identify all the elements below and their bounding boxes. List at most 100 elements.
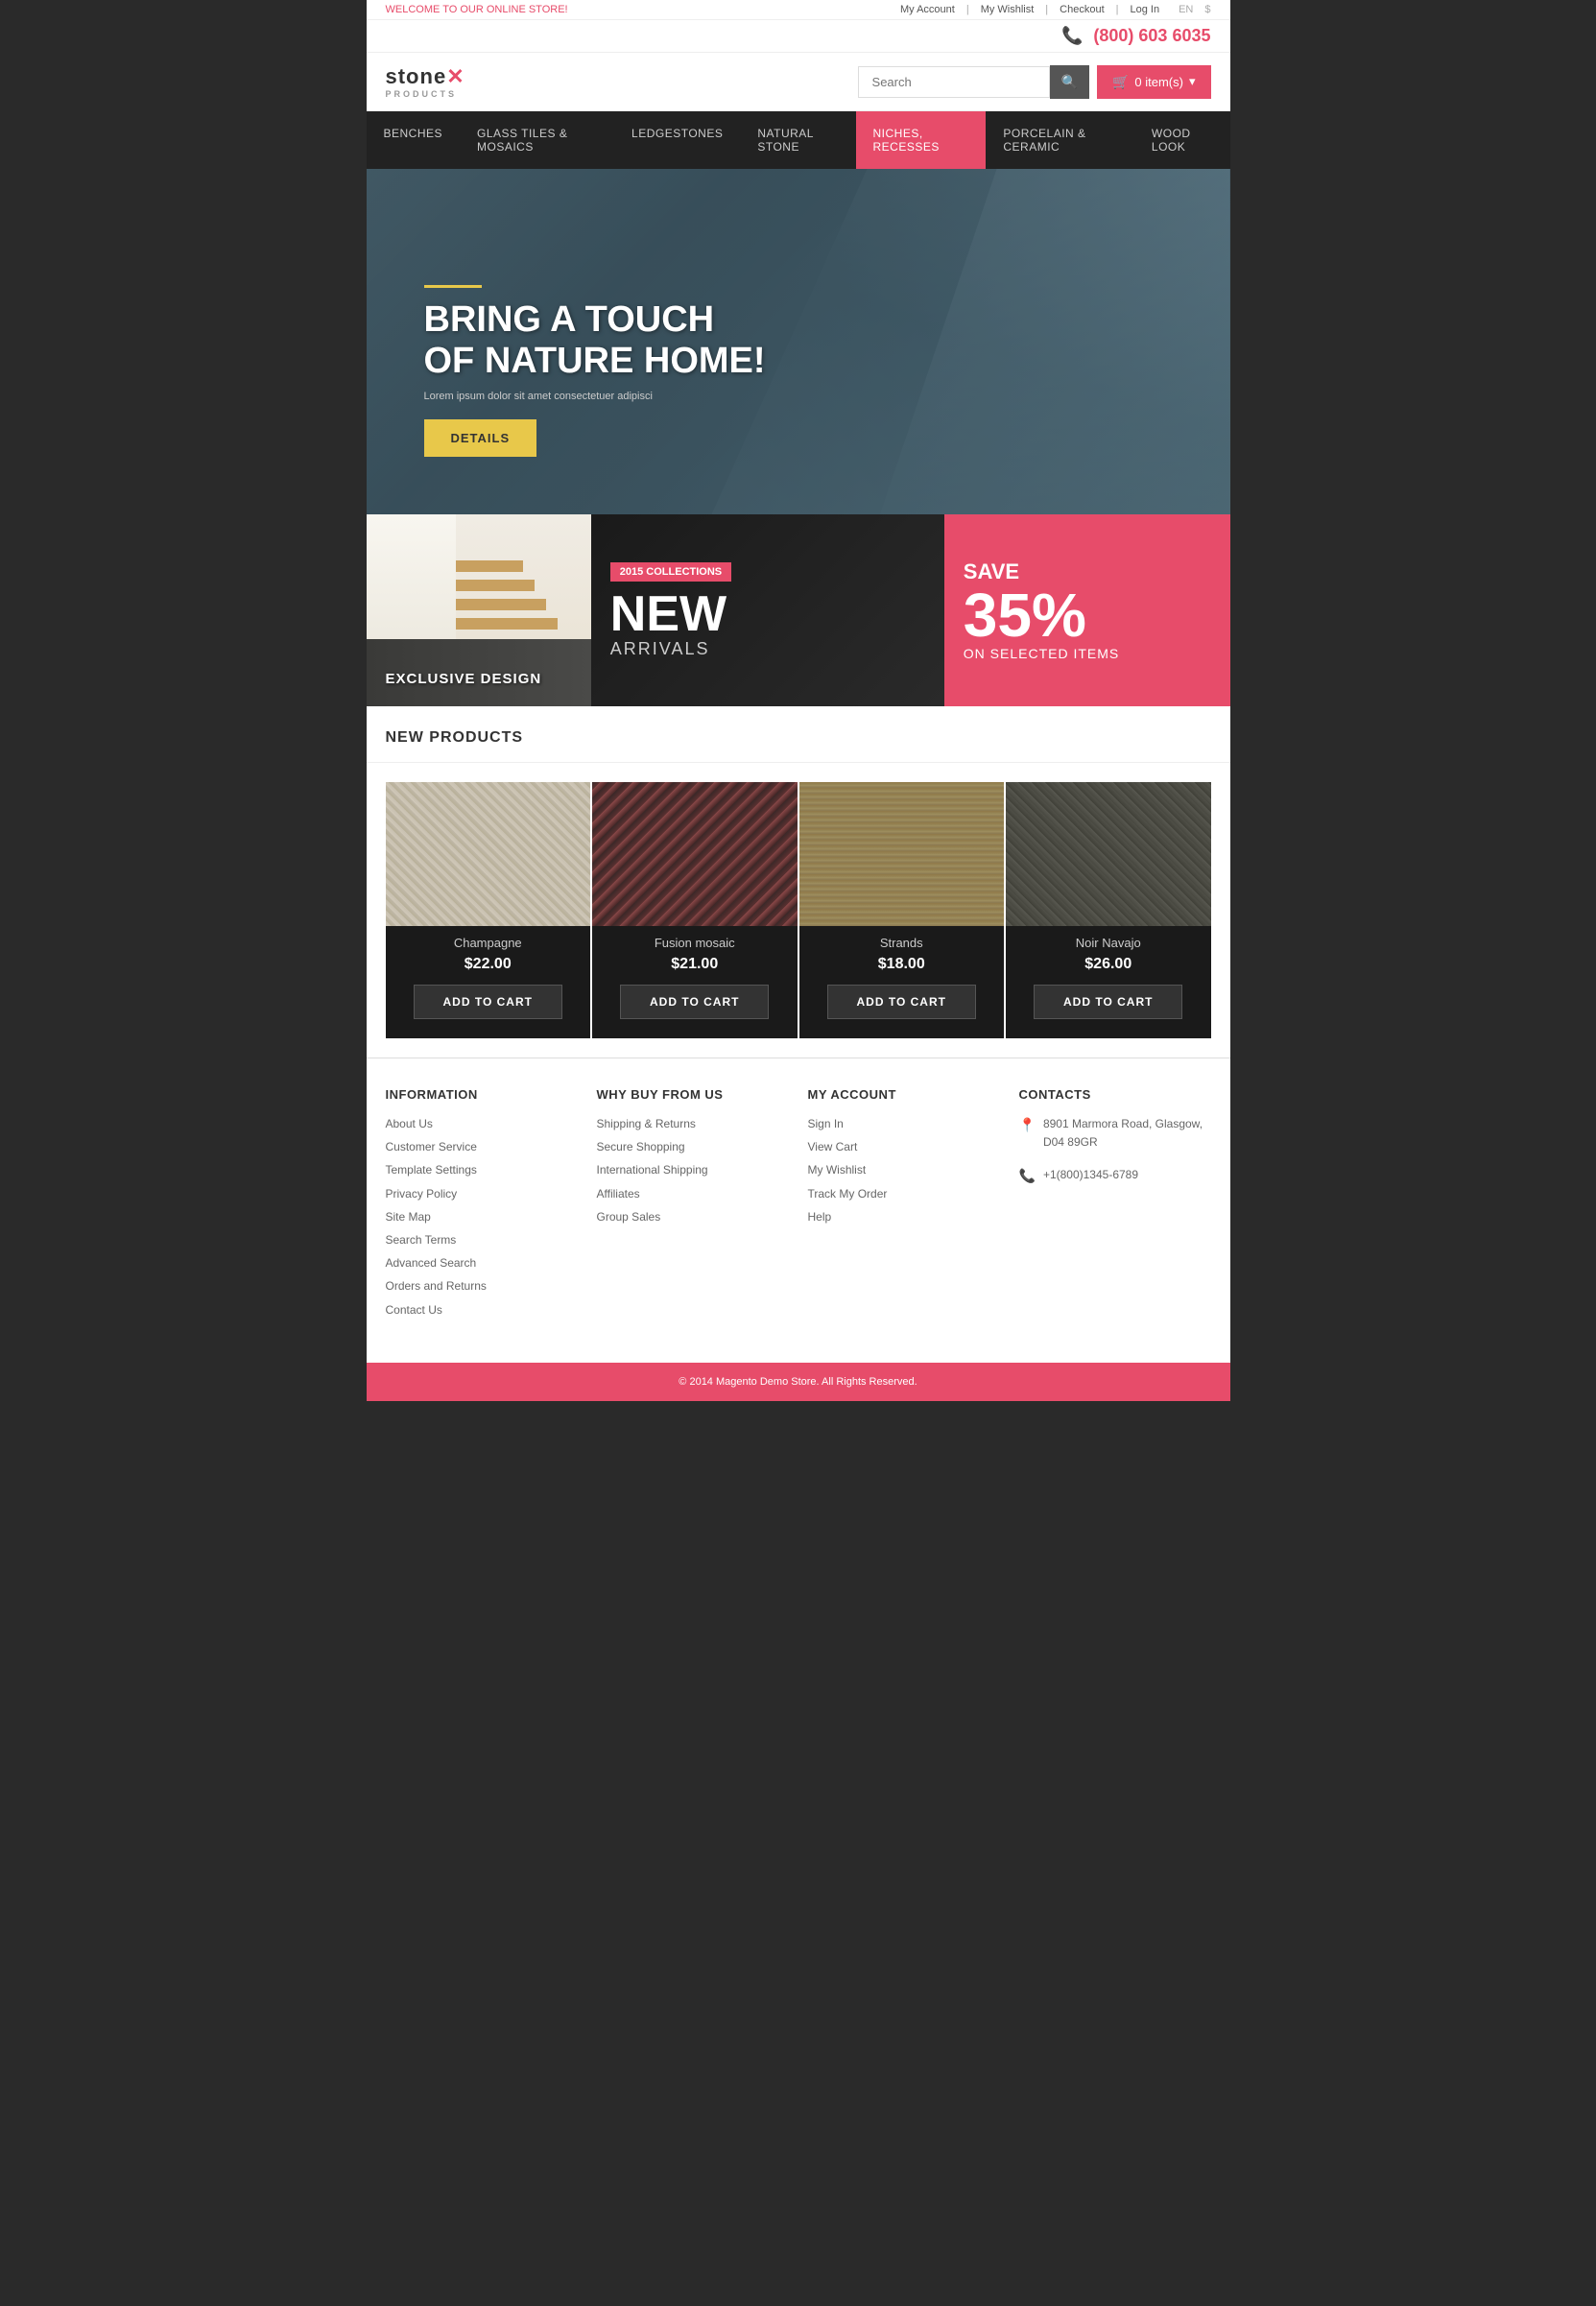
product-info-noir: Noir Navajo $26.00 ADD TO CART <box>1006 926 1211 1038</box>
main-nav: BENCHES GLASS TILES & MOSAICS LEDGESTONE… <box>367 111 1230 169</box>
footer-why-buy-title: WHY BUY FROM US <box>597 1087 789 1102</box>
footer-advanced-search[interactable]: Advanced Search <box>386 1254 578 1272</box>
banner-new-tag: 2015 COLLECTIONS <box>610 562 731 582</box>
product-name-champagne: Champagne <box>395 936 582 950</box>
footer-customer-service[interactable]: Customer Service <box>386 1138 578 1156</box>
login-link[interactable]: Log In <box>1131 4 1160 15</box>
phone-bar: 📞 (800) 603 6035 <box>367 20 1230 53</box>
logo[interactable]: stone✕ PRODUCTS <box>386 64 465 99</box>
product-price-fusion: $21.00 <box>602 956 788 973</box>
hero-content: BRING A TOUCH OF NATURE HOME! Lorem ipsu… <box>424 285 766 457</box>
phone-number: 📞 (800) 603 6035 <box>1061 26 1211 45</box>
currency-selector[interactable]: $ <box>1204 4 1210 15</box>
footer: INFORMATION About Us Customer Service Te… <box>367 1058 1230 1363</box>
product-name-strands: Strands <box>809 936 995 950</box>
products-section: NEW PRODUCTS Champagne $22.00 ADD TO CAR… <box>367 706 1230 1058</box>
add-to-cart-strands[interactable]: ADD TO CART <box>827 985 976 1019</box>
nav-glass-tiles[interactable]: GLASS TILES & MOSAICS <box>460 111 614 169</box>
footer-secure-shopping[interactable]: Secure Shopping <box>597 1138 789 1156</box>
footer-shipping-returns[interactable]: Shipping & Returns <box>597 1115 789 1133</box>
add-to-cart-fusion[interactable]: ADD TO CART <box>620 985 769 1019</box>
product-card-strands: Strands $18.00 ADD TO CART <box>799 782 1005 1038</box>
product-info-strands: Strands $18.00 ADD TO CART <box>799 926 1005 1038</box>
search-area: 🔍 🛒 0 item(s) ▾ <box>858 65 1211 99</box>
footer-site-map[interactable]: Site Map <box>386 1208 578 1226</box>
footer-phone-contact: 📞 +1(800)1345-6789 <box>1019 1166 1211 1189</box>
product-info-champagne: Champagne $22.00 ADD TO CART <box>386 926 591 1038</box>
nav-porcelain[interactable]: PORCELAIN & CERAMIC <box>986 111 1134 169</box>
product-price-noir: $26.00 <box>1015 956 1202 973</box>
footer-phone-text: +1(800)1345-6789 <box>1043 1166 1138 1184</box>
footer-help[interactable]: Help <box>808 1208 1000 1226</box>
search-input[interactable] <box>858 66 1050 98</box>
footer-orders-returns[interactable]: Orders and Returns <box>386 1277 578 1296</box>
footer-contact-us[interactable]: Contact Us <box>386 1301 578 1319</box>
hero-subtitle: Lorem ipsum dolor sit amet consectetuer … <box>424 391 766 402</box>
nav-benches[interactable]: BENCHES <box>366 111 460 169</box>
cart-label: 0 item(s) <box>1134 75 1183 89</box>
footer-about-us[interactable]: About Us <box>386 1115 578 1133</box>
hero-details-button[interactable]: DETAILS <box>424 419 537 457</box>
banner-new[interactable]: 2015 COLLECTIONS NEW ARRIVALS <box>591 514 944 706</box>
product-name-noir: Noir Navajo <box>1015 936 1202 950</box>
footer-search-terms[interactable]: Search Terms <box>386 1231 578 1249</box>
footer-template-settings[interactable]: Template Settings <box>386 1161 578 1179</box>
phone-icon: 📞 <box>1061 26 1083 45</box>
section-title: NEW PRODUCTS <box>367 706 1230 763</box>
footer-address-text: 8901 Marmora Road, Glasgow, D04 89GR <box>1043 1115 1211 1152</box>
product-image-strands <box>799 782 1005 926</box>
my-wishlist-link[interactable]: My Wishlist <box>981 4 1035 15</box>
banner-save-sub: ON SELECTED ITEMS <box>964 646 1211 661</box>
nav-niches[interactable]: NICHES, RECESSES <box>856 111 987 169</box>
cart-button[interactable]: 🛒 0 item(s) ▾ <box>1097 65 1211 99</box>
product-price-champagne: $22.00 <box>395 956 582 973</box>
product-name-fusion: Fusion mosaic <box>602 936 788 950</box>
footer-track-order[interactable]: Track My Order <box>808 1185 1000 1203</box>
footer-col-contacts: CONTACTS 📍 8901 Marmora Road, Glasgow, D… <box>1019 1087 1211 1324</box>
banner-save[interactable]: SAVE 35% ON SELECTED ITEMS <box>944 514 1230 706</box>
footer-sign-in[interactable]: Sign In <box>808 1115 1000 1133</box>
footer-information-title: INFORMATION <box>386 1087 578 1102</box>
footer-my-wishlist[interactable]: My Wishlist <box>808 1161 1000 1179</box>
banner-new-title: NEW <box>610 589 925 639</box>
banner-exclusive[interactable]: EXCLUSIVE DESIGN <box>367 514 591 706</box>
product-image-noir <box>1006 782 1211 926</box>
footer-privacy-policy[interactable]: Privacy Policy <box>386 1185 578 1203</box>
footer-col-why-buy: WHY BUY FROM US Shipping & Returns Secur… <box>597 1087 789 1324</box>
footer-international-shipping[interactable]: International Shipping <box>597 1161 789 1179</box>
nav-natural-stone[interactable]: NATURAL STONE <box>740 111 855 169</box>
cart-icon: 🛒 <box>1112 74 1129 90</box>
footer-view-cart[interactable]: View Cart <box>808 1138 1000 1156</box>
language-selector[interactable]: EN <box>1179 4 1193 15</box>
product-image-champagne <box>386 782 591 926</box>
products-grid: Champagne $22.00 ADD TO CART Fusion mosa… <box>367 763 1230 1058</box>
product-info-fusion: Fusion mosaic $21.00 ADD TO CART <box>592 926 798 1038</box>
footer-account-title: MY ACCOUNT <box>808 1087 1000 1102</box>
logo-name: stone✕ PRODUCTS <box>386 64 465 99</box>
add-to-cart-champagne[interactable]: ADD TO CART <box>414 985 562 1019</box>
banner-row: EXCLUSIVE DESIGN 2015 COLLECTIONS NEW AR… <box>367 514 1230 706</box>
nav-wood-look[interactable]: WOOD LOOK <box>1134 111 1230 169</box>
checkout-link[interactable]: Checkout <box>1060 4 1104 15</box>
product-image-fusion <box>592 782 798 926</box>
footer-affiliates[interactable]: Affiliates <box>597 1185 789 1203</box>
banner-exclusive-label: EXCLUSIVE DESIGN <box>386 671 542 687</box>
banner-save-pct: 35% <box>964 584 1211 646</box>
welcome-text: WELCOME TO OUR ONLINE STORE! <box>386 4 568 15</box>
top-bar: WELCOME TO OUR ONLINE STORE! My Account … <box>367 0 1230 20</box>
product-card-champagne: Champagne $22.00 ADD TO CART <box>386 782 591 1038</box>
footer-bottom: © 2014 Magento Demo Store. All Rights Re… <box>367 1363 1230 1401</box>
search-button[interactable]: 🔍 <box>1050 65 1089 99</box>
add-to-cart-noir[interactable]: ADD TO CART <box>1034 985 1182 1019</box>
banner-new-sub: ARRIVALS <box>610 639 925 659</box>
footer-col-account: MY ACCOUNT Sign In View Cart My Wishlist… <box>808 1087 1000 1324</box>
logo-sub: PRODUCTS <box>386 89 465 99</box>
product-card-fusion: Fusion mosaic $21.00 ADD TO CART <box>592 782 798 1038</box>
top-bar-links: My Account | My Wishlist | Checkout | Lo… <box>900 4 1211 15</box>
footer-group-sales[interactable]: Group Sales <box>597 1208 789 1226</box>
address-icon: 📍 <box>1019 1117 1036 1133</box>
my-account-link[interactable]: My Account <box>900 4 955 15</box>
footer-col-information: INFORMATION About Us Customer Service Te… <box>386 1087 578 1324</box>
nav-ledgestones[interactable]: LEDGESTONES <box>614 111 740 169</box>
product-price-strands: $18.00 <box>809 956 995 973</box>
